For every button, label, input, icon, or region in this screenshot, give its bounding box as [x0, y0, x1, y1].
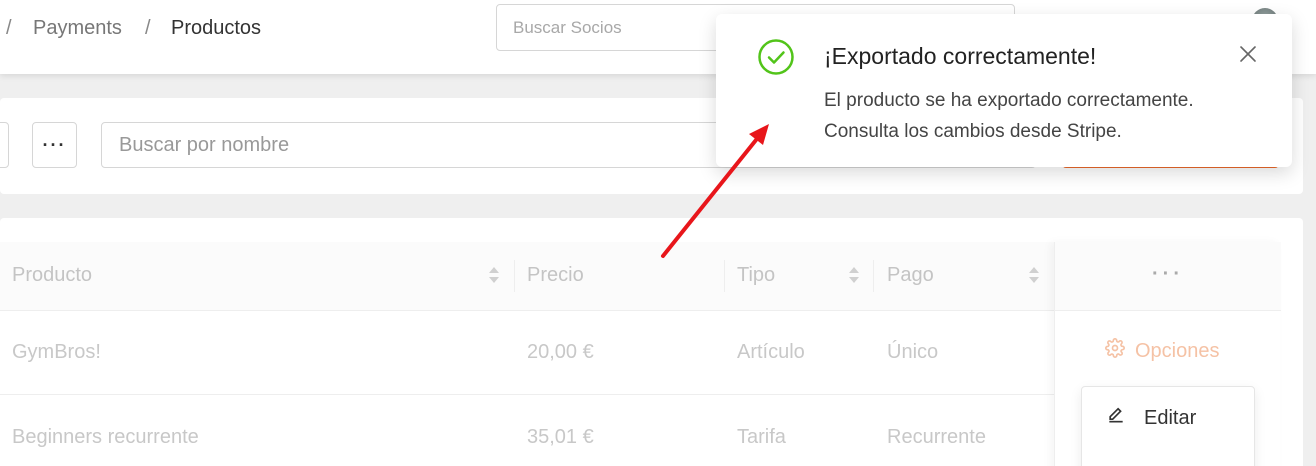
cell-tipo: Artículo: [737, 341, 805, 363]
options-label: Opciones: [1135, 339, 1220, 362]
sort-icon[interactable]: [849, 267, 859, 285]
breadcrumb-payments[interactable]: Payments: [33, 17, 122, 40]
options-column-header[interactable]: ···: [1055, 242, 1281, 311]
sort-icon[interactable]: [1029, 267, 1039, 285]
column-divider: [873, 260, 874, 292]
column-header-pago[interactable]: Pago: [887, 264, 934, 287]
sort-icon[interactable]: [489, 267, 499, 285]
more-options-button[interactable]: ···: [32, 122, 77, 168]
breadcrumb-current: Productos: [171, 17, 262, 39]
toast-line: El producto se ha exportado correctament…: [824, 90, 1194, 111]
column-divider: [514, 260, 515, 292]
column-header-tipo[interactable]: Tipo: [737, 264, 775, 287]
breadcrumb-separator: /: [6, 17, 12, 39]
menu-item-editar[interactable]: Editar: [1106, 405, 1196, 431]
cell-pago: Recurrente: [887, 426, 986, 448]
cell-tipo: Tarifa: [737, 426, 786, 448]
column-header-precio[interactable]: Precio: [527, 264, 584, 287]
cell-pago: Único: [887, 341, 939, 363]
cell-precio: 20,00 €: [527, 341, 594, 363]
gear-icon: [1105, 338, 1125, 364]
check-circle-icon: [757, 38, 795, 76]
cell-producto: Beginners recurrente: [12, 426, 199, 448]
options-dropdown-menu: Editar: [1081, 386, 1255, 466]
export-icon: [1106, 459, 1128, 466]
cell-precio: 35,01 €: [527, 426, 594, 448]
column-header-producto[interactable]: Producto: [12, 264, 92, 287]
toast-description: El producto se ha exportado correctament…: [824, 85, 1274, 147]
toast-line: Consulta los cambios desde Stripe.: [824, 121, 1122, 142]
cell-producto: GymBros!: [12, 341, 101, 363]
pencil-icon: [1106, 405, 1126, 431]
options-button[interactable]: Opciones: [1105, 338, 1220, 364]
menu-item-export[interactable]: [1106, 459, 1128, 466]
toast-title: ¡Exportado correctamente!: [824, 43, 1097, 69]
filter-button[interactable]: [0, 122, 9, 168]
success-toast: ¡Exportado correctamente! El producto se…: [716, 14, 1292, 167]
column-divider: [724, 260, 725, 292]
menu-item-label: Editar: [1144, 406, 1197, 429]
close-icon[interactable]: [1236, 42, 1260, 66]
breadcrumb-separator: /: [145, 17, 151, 39]
